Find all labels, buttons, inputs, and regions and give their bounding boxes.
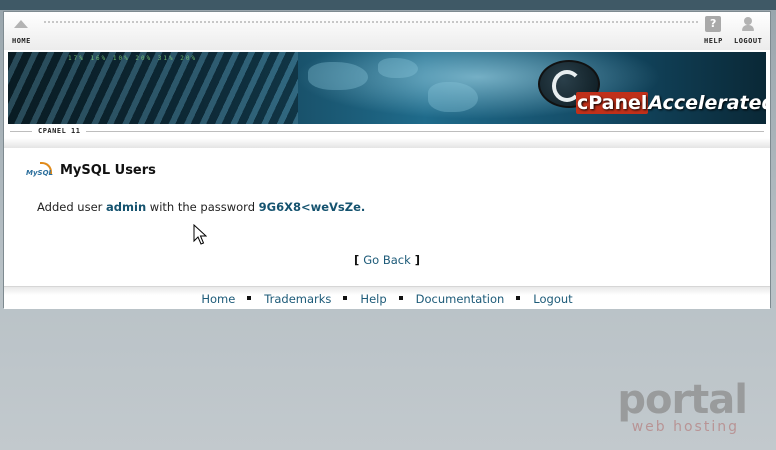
result-message: Added user admin with the password 9G6X8…: [37, 200, 365, 214]
footer-link-home[interactable]: Home: [201, 292, 235, 306]
footer-link-logout[interactable]: Logout: [533, 292, 572, 306]
footer-separator: [343, 296, 348, 300]
nav-divider: [44, 21, 698, 23]
mysql-icon-text: MySQL: [26, 169, 53, 177]
footer-link-trademarks[interactable]: Trademarks: [264, 292, 331, 306]
user-icon: [740, 16, 756, 32]
breadcrumb-divider: [10, 131, 764, 132]
bracket-close: ]: [410, 253, 421, 267]
page-title: MySQL Users: [60, 162, 156, 178]
created-username: admin: [106, 200, 147, 214]
watermark-sub: web hosting: [631, 419, 739, 435]
footer-link-help[interactable]: Help: [360, 292, 386, 306]
map-landmass: [378, 58, 418, 78]
mysql-icon: MySQL: [26, 162, 54, 178]
cpanel-logo-text: cPanelAccelerated: [576, 92, 766, 114]
breadcrumb[interactable]: CPANEL 11: [32, 127, 87, 135]
go-back-row: [ Go Back ]: [4, 253, 770, 267]
footer-links: Home Trademarks Help Documentation Logout: [4, 292, 770, 306]
footer-separator: [247, 296, 252, 300]
top-navigation: HOME ? HELP LOGOUT: [4, 12, 770, 50]
home-label: HOME: [12, 37, 31, 45]
cpanel-banner: 17% 16% 10% 20% 31% 20% cPanelAccelerate…: [8, 52, 766, 124]
message-middle: with the password: [146, 200, 259, 214]
help-label: HELP: [704, 37, 723, 45]
banner-binary-text: 17% 16% 10% 20% 31% 20%: [68, 55, 198, 62]
bracket-open: [: [353, 253, 364, 267]
logout-label: LOGOUT: [734, 37, 763, 45]
home-button[interactable]: HOME: [12, 16, 31, 45]
map-landmass: [428, 82, 478, 112]
breadcrumb-bar: CPANEL 11: [4, 124, 770, 148]
logout-button[interactable]: LOGOUT: [734, 16, 762, 45]
watermark-main: portal: [617, 377, 748, 423]
home-icon: [14, 20, 29, 28]
go-back-link[interactable]: Go Back: [363, 253, 411, 267]
help-button[interactable]: ? HELP: [704, 16, 723, 45]
network-cables-graphic: [8, 52, 298, 124]
cpanel-window: HOME ? HELP LOGOUT 17% 16% 10% 20% 31% 2…: [3, 11, 771, 309]
map-landmass: [308, 62, 368, 90]
brand-suffix: Accelerated: [648, 92, 766, 114]
footer-separator: [398, 296, 403, 300]
message-suffix: .: [360, 200, 366, 214]
brand-prefix: cPanel: [576, 92, 649, 114]
help-icon: ?: [705, 16, 722, 32]
footer-separator: [516, 296, 521, 300]
page-heading: MySQL MySQL Users: [26, 162, 156, 178]
footer-link-documentation[interactable]: Documentation: [416, 292, 505, 306]
created-password: 9G6X8<weVsZe: [258, 200, 361, 214]
message-prefix: Added user: [37, 200, 107, 214]
portal-watermark: portal web hosting: [597, 377, 748, 435]
